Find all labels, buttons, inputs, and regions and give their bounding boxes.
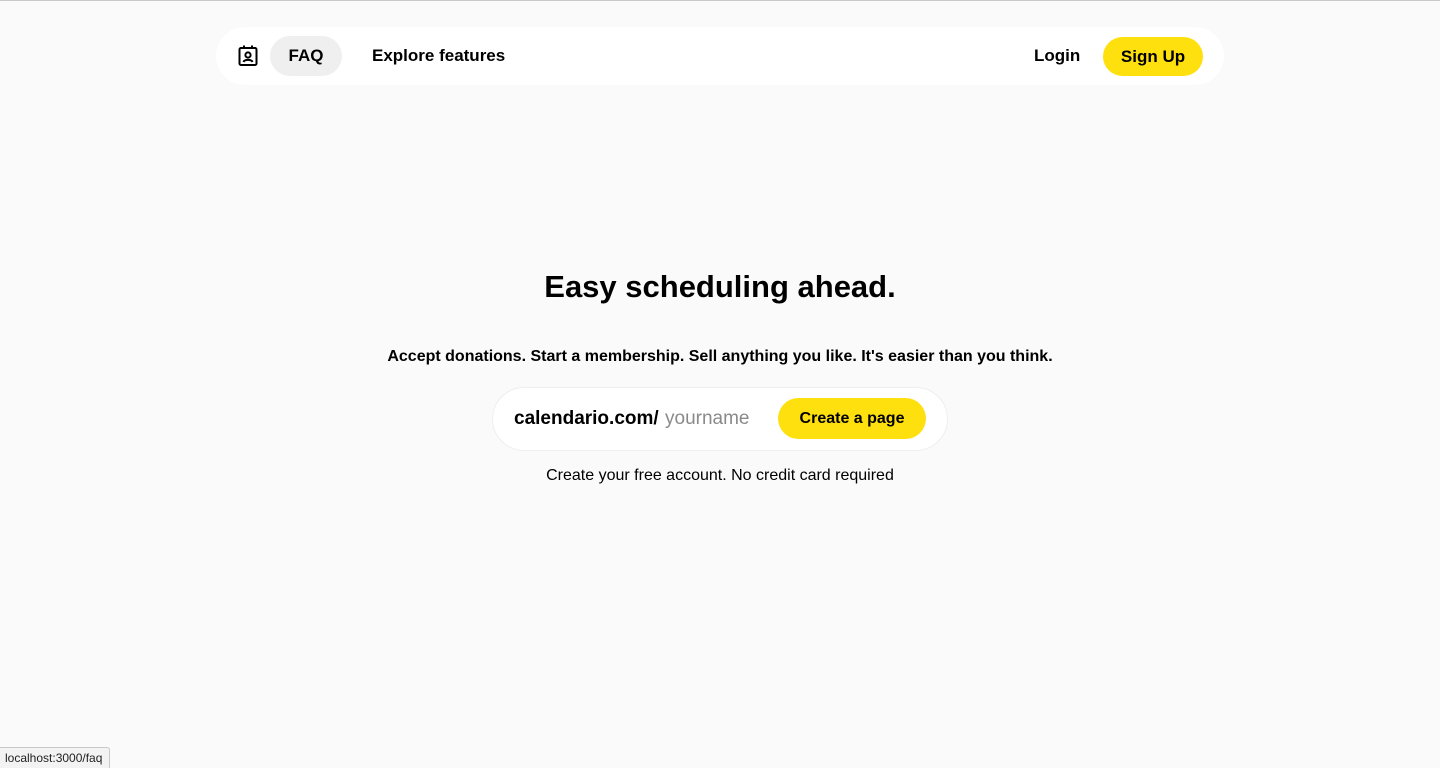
sign-up-button[interactable]: Sign Up xyxy=(1103,37,1203,76)
hero-title: Easy scheduling ahead. xyxy=(544,269,896,304)
signup-note: Create your free account. No credit card… xyxy=(546,467,894,484)
contact-card-icon[interactable] xyxy=(238,45,258,67)
status-bar-url: localhost:3000/faq xyxy=(0,747,111,768)
login-link[interactable]: Login xyxy=(1034,36,1080,76)
window-top-border xyxy=(0,0,1440,1)
nav-explore-features-link[interactable]: Explore features xyxy=(372,36,505,76)
username-input[interactable] xyxy=(665,402,769,436)
top-navbar: FAQ Explore features Login Sign Up xyxy=(216,27,1224,85)
domain-prefix: calendario.com/ xyxy=(514,408,659,429)
hero-subtitle: Accept donations. Start a membership. Se… xyxy=(387,348,1053,365)
claim-username-form: calendario.com/ Create a page xyxy=(492,387,948,451)
nav-faq-link[interactable]: FAQ xyxy=(270,36,342,76)
create-page-button[interactable]: Create a page xyxy=(778,398,926,439)
